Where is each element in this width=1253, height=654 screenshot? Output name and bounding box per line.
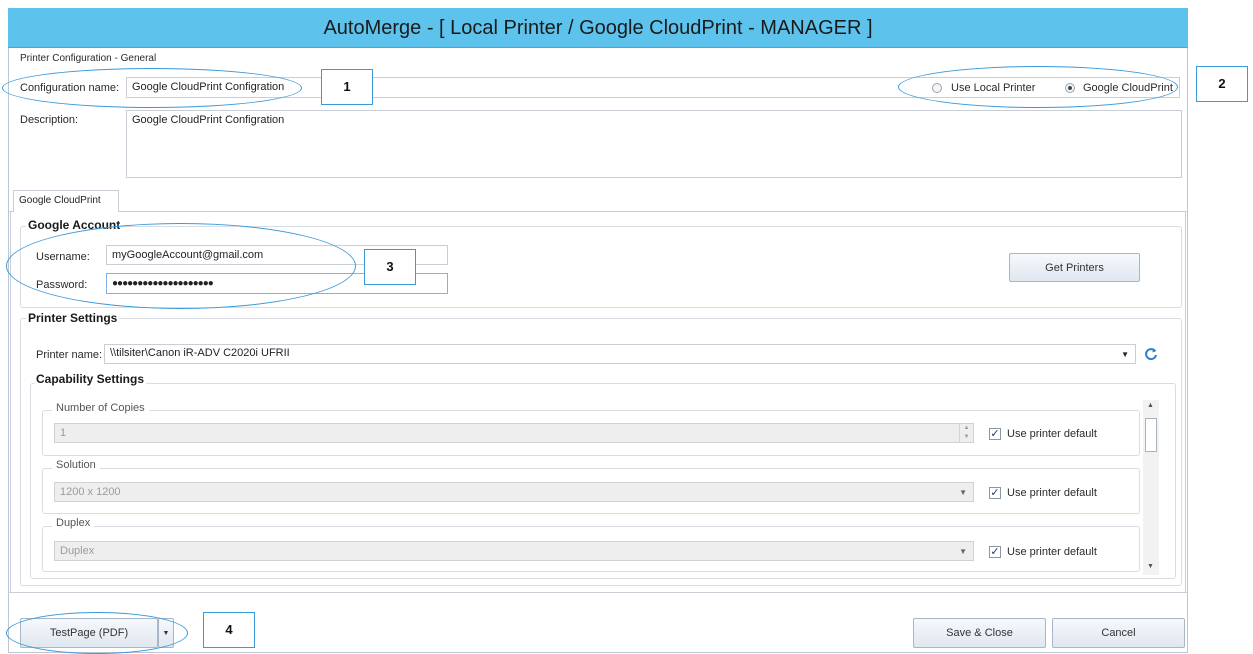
chevron-down-icon: ▼ [959,488,967,497]
google-account-title: Google Account [26,218,123,232]
printer-settings-title: Printer Settings [26,311,120,325]
scroll-down-icon[interactable]: ▼ [1147,563,1154,570]
duplex-default-label: Use printer default [1007,546,1097,558]
general-section-label: Printer Configuration - General [20,53,157,64]
callout-1: 1 [321,69,373,105]
scrollbar-thumb[interactable] [1145,418,1157,452]
description-label: Description: [20,114,79,126]
printer-name-value: \\tilsiter\Canon iR-ADV C2020i UFRII [110,347,290,359]
printer-name-label: Printer name: [36,349,103,361]
chevron-down-icon: ▼ [1121,350,1129,359]
testpage-dropdown-button[interactable]: ▼ [158,618,174,648]
config-name-label: Configuration name: [20,82,120,94]
username-label: Username: [36,251,90,263]
solution-default-checkbox[interactable]: ✓ [989,487,1001,499]
duplex-dropdown[interactable]: Duplex ▼ [54,541,974,561]
duplex-default-checkbox[interactable]: ✓ [989,546,1001,558]
solution-default-label: Use printer default [1007,487,1097,499]
callout-4: 4 [203,612,255,648]
tab-google-cloudprint[interactable]: Google CloudPrint [13,190,119,212]
capability-solution-label: Solution [52,459,100,471]
footer-divider [8,592,1188,593]
window-titlebar: AutoMerge - [ Local Printer / Google Clo… [8,8,1188,48]
radio-local-printer-label: Use Local Printer [951,82,1036,94]
callout-3: 3 [364,249,416,285]
capability-scrollbar[interactable]: ▲ ▼ [1143,400,1159,575]
capability-copies-label: Number of Copies [52,402,149,414]
printer-name-dropdown[interactable]: \\tilsiter\Canon iR-ADV C2020i UFRII ▼ [104,344,1136,364]
copies-default-label: Use printer default [1007,428,1097,440]
description-field[interactable]: Google CloudPrint Configration [126,110,1182,178]
solution-value: 1200 x 1200 [60,486,121,498]
capability-duplex-label: Duplex [52,517,95,529]
tab-google-cloudprint-label: Google CloudPrint [19,195,101,206]
config-name-value: Google CloudPrint Configration [132,81,285,93]
callout-2: 2 [1196,66,1248,102]
solution-dropdown[interactable]: 1200 x 1200 ▼ [54,482,974,502]
username-value: myGoogleAccount@gmail.com [112,249,264,261]
cancel-button[interactable]: Cancel [1052,618,1185,648]
radio-google-cloudprint-label: Google CloudPrint [1083,82,1173,94]
refresh-icon[interactable] [1143,346,1159,362]
chevron-down-icon: ▼ [959,547,967,556]
testpage-button[interactable]: TestPage (PDF) [20,618,158,648]
radio-local-printer[interactable] [932,83,942,93]
get-printers-button[interactable]: Get Printers [1009,253,1140,282]
save-close-button[interactable]: Save & Close [913,618,1046,648]
capability-settings-title: Capability Settings [34,372,147,386]
window-title: AutoMerge - [ Local Printer / Google Clo… [323,17,873,39]
copies-default-checkbox[interactable]: ✓ [989,428,1001,440]
copies-spinner[interactable]: 1 ▲ ▼ [54,423,974,443]
description-value: Google CloudPrint Configration [132,114,285,126]
radio-google-cloudprint[interactable] [1065,83,1075,93]
password-value: ●●●●●●●●●●●●●●●●●●●● [112,278,214,289]
google-account-group [20,226,1182,308]
chevron-down-icon: ▼ [162,629,170,637]
scroll-up-icon[interactable]: ▲ [1147,402,1154,409]
copies-value: 1 [60,427,67,439]
spinner-arrows-icon[interactable]: ▲ ▼ [959,424,973,442]
password-label: Password: [36,279,88,291]
duplex-value: Duplex [60,545,95,557]
